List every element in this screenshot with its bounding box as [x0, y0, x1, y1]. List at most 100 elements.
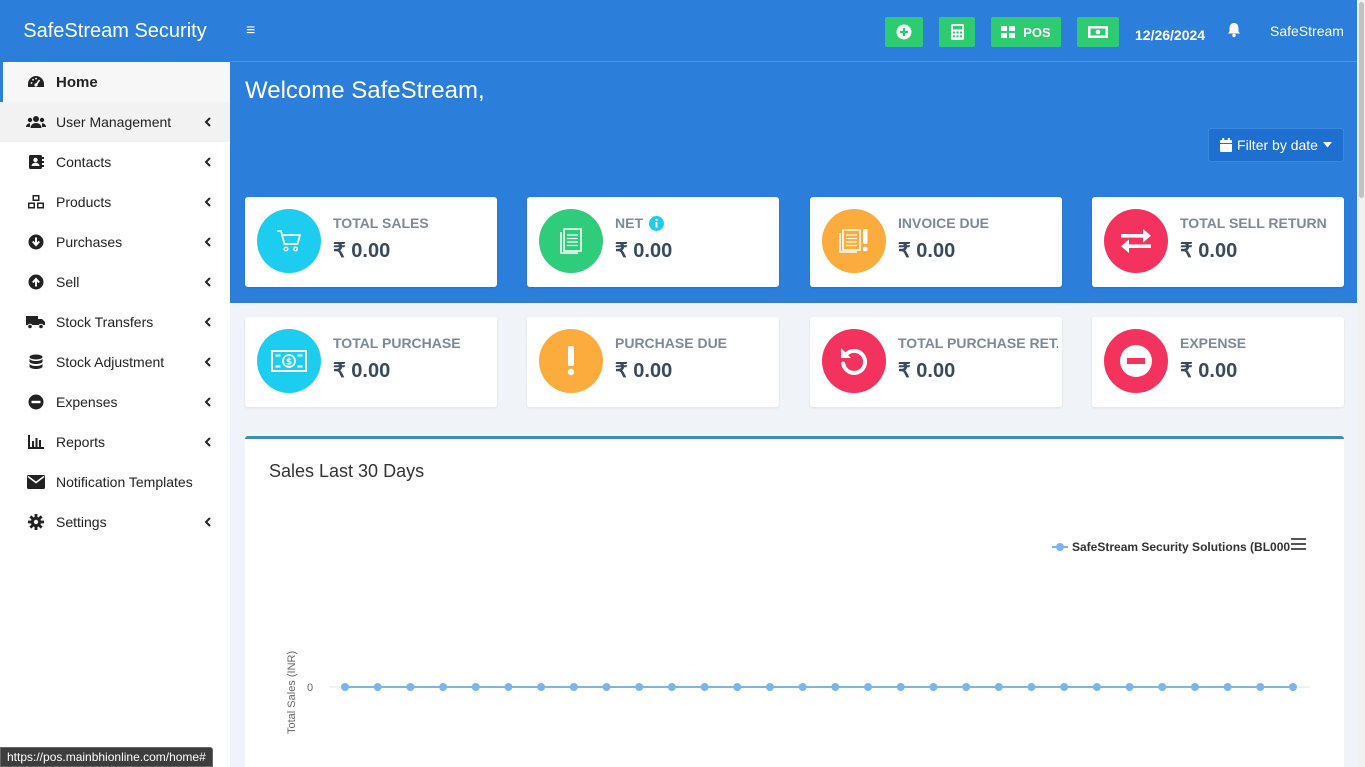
data-point[interactable]	[1125, 683, 1134, 691]
data-point[interactable]	[1256, 683, 1265, 691]
stat-label: TOTAL SELL RETURN	[1180, 215, 1327, 231]
add-button[interactable]	[885, 17, 923, 47]
cash-register-button[interactable]	[1077, 17, 1119, 47]
chevron-left-icon	[204, 157, 211, 167]
data-point[interactable]	[1289, 683, 1297, 691]
menu-toggle-icon[interactable]: ≡	[246, 22, 255, 40]
chevron-left-icon	[204, 277, 211, 287]
stat-label: NET	[615, 215, 775, 231]
y-tick-label: 0	[307, 682, 313, 694]
data-point[interactable]	[439, 683, 448, 691]
plus-circle-icon	[896, 24, 912, 40]
data-point[interactable]	[929, 683, 938, 691]
notifications-button[interactable]	[1227, 22, 1241, 43]
sidebar-item-label: Settings	[56, 514, 107, 530]
arrow-circle-down-icon	[26, 233, 46, 251]
data-point[interactable]	[373, 683, 382, 691]
data-point[interactable]	[667, 683, 676, 691]
sidebar-item-label: Stock Adjustment	[56, 354, 165, 370]
minus-circle-icon	[26, 393, 46, 411]
legend-label: SafeStream Security Solutions (BL000	[1072, 540, 1290, 554]
sidebar-item-stock-adjustment[interactable]: Stock Adjustment	[0, 342, 230, 382]
money-bill-icon: $	[257, 329, 321, 393]
data-point[interactable]	[962, 683, 971, 691]
user-menu[interactable]: SafeStream	[1270, 23, 1344, 39]
data-point[interactable]	[831, 683, 840, 691]
chevron-left-icon	[204, 517, 211, 527]
data-point[interactable]	[864, 683, 873, 691]
data-point[interactable]	[569, 683, 578, 691]
address-book-icon	[26, 153, 46, 171]
calculator-icon	[950, 24, 964, 40]
sidebar-item-notification-templates[interactable]: Notification Templates	[0, 462, 230, 502]
data-point[interactable]	[602, 683, 611, 691]
data-point[interactable]	[1060, 683, 1069, 691]
data-point[interactable]	[765, 683, 774, 691]
data-point[interactable]	[537, 683, 546, 691]
stat-card-total-purchase-return: TOTAL PURCHASE RET... ₹ 0.00	[810, 317, 1062, 407]
data-point[interactable]	[341, 683, 349, 691]
filter-by-date-button[interactable]: Filter by date	[1208, 128, 1344, 162]
data-point[interactable]	[896, 683, 905, 691]
undo-icon	[822, 329, 886, 393]
data-point[interactable]	[504, 683, 513, 691]
sidebar-item-sell[interactable]: Sell	[0, 262, 230, 302]
stat-value: ₹ 0.00	[898, 240, 956, 262]
stat-card-invoice-due: INVOICE DUE ₹ 0.00	[810, 197, 1062, 287]
bell-icon	[1228, 23, 1240, 38]
sidebar-item-purchases[interactable]: Purchases	[0, 222, 230, 262]
sidebar-item-label: Notification Templates	[56, 474, 193, 490]
brand-title[interactable]: SafeStream Security	[0, 0, 230, 62]
stat-value: ₹ 0.00	[615, 240, 673, 262]
sales-line-chart: SafeStream Security Solutions (BL000 Tot…	[286, 537, 1310, 734]
stat-value: ₹ 0.00	[1180, 360, 1238, 382]
dashboard-icon	[26, 73, 46, 91]
welcome-heading: Welcome SafeStream,	[245, 77, 485, 104]
stat-value: ₹ 0.00	[1180, 240, 1238, 262]
data-point[interactable]	[994, 683, 1003, 691]
info-icon[interactable]	[649, 215, 664, 231]
data-point[interactable]	[471, 683, 480, 691]
envelope-icon	[26, 473, 46, 491]
data-point[interactable]	[1027, 683, 1036, 691]
sidebar-item-home[interactable]: Home	[0, 62, 230, 102]
data-point[interactable]	[635, 683, 644, 691]
minus-circle-icon	[1104, 329, 1168, 393]
truck-icon	[26, 313, 46, 331]
calculator-button[interactable]	[939, 17, 975, 47]
sidebar-item-reports[interactable]: Reports	[0, 422, 230, 462]
pos-button[interactable]: POS	[991, 17, 1061, 47]
sidebar-item-products[interactable]: Products	[0, 182, 230, 222]
chevron-left-icon	[204, 237, 211, 247]
sidebar-item-contacts[interactable]: Contacts	[0, 142, 230, 182]
data-point[interactable]	[1158, 683, 1167, 691]
sidebar-item-settings[interactable]: Settings	[0, 502, 230, 542]
arrow-circle-up-icon	[26, 273, 46, 291]
data-point[interactable]	[700, 683, 709, 691]
sidebar-item-expenses[interactable]: Expenses	[0, 382, 230, 422]
chart-series	[341, 683, 1297, 691]
data-point[interactable]	[1092, 683, 1101, 691]
users-icon	[26, 113, 46, 131]
sidebar-item-stock-transfers[interactable]: Stock Transfers	[0, 302, 230, 342]
data-point[interactable]	[798, 683, 807, 691]
stat-label: EXPENSE	[1180, 335, 1247, 351]
stat-card-total-purchase: $ TOTAL PURCHASE ₹ 0.00	[245, 317, 497, 407]
exchange-icon	[1104, 209, 1168, 273]
stat-label: INVOICE DUE	[898, 215, 990, 231]
sidebar-item-label: User Management	[56, 114, 172, 130]
data-point[interactable]	[1223, 683, 1232, 691]
chart-menu-button[interactable]	[1291, 537, 1306, 553]
stat-card-purchase-due: PURCHASE DUE ₹ 0.00	[527, 317, 779, 407]
sidebar-item-user-management[interactable]: User Management	[0, 102, 230, 142]
chevron-left-icon	[204, 197, 211, 207]
data-point[interactable]	[1190, 683, 1199, 691]
scrollbar-thumb[interactable]	[1359, 2, 1364, 198]
data-point[interactable]	[406, 683, 415, 691]
data-point[interactable]	[733, 683, 742, 691]
sales-chart-panel: Sales Last 30 Days SafeStream Security S…	[245, 436, 1344, 767]
current-date: 12/26/2024	[1135, 27, 1206, 43]
stat-label: PURCHASE DUE	[615, 335, 728, 351]
chart-legend[interactable]: SafeStream Security Solutions (BL000	[1052, 540, 1290, 554]
svg-text:$: $	[286, 358, 292, 368]
